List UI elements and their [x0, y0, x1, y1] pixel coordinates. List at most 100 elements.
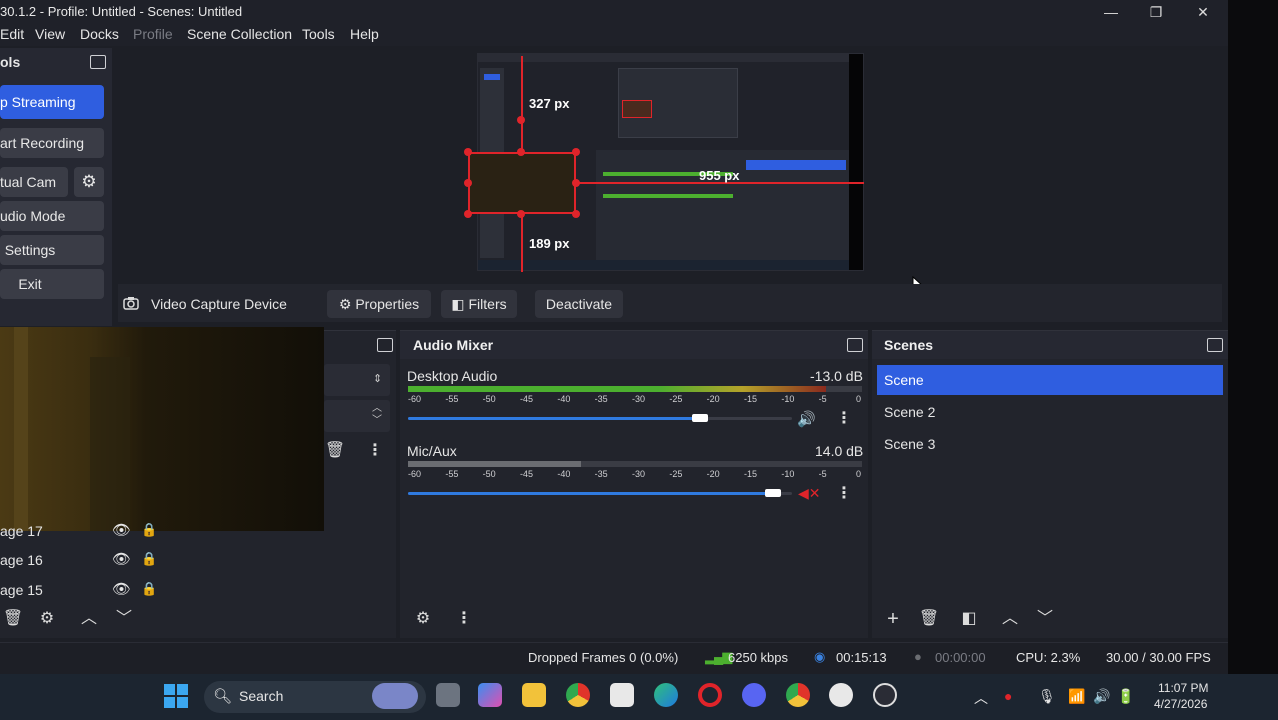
lock-icon[interactable]: 🔒	[141, 581, 157, 597]
transform-handle[interactable]	[572, 210, 580, 218]
window-title: 30.1.2 - Profile: Untitled - Scenes: Unt…	[0, 4, 243, 19]
settings-button[interactable]: Settings	[0, 235, 104, 265]
transform-handle[interactable]	[464, 210, 472, 218]
advanced-audio-gear-icon[interactable]: ⚙	[410, 608, 436, 630]
transform-handle[interactable]	[517, 116, 525, 124]
cpu-usage: CPU: 2.3%	[1016, 650, 1081, 665]
scene-filters-icon[interactable]: ◧	[956, 608, 982, 630]
maximize-button[interactable]: ❐	[1141, 2, 1171, 22]
undock-icon[interactable]	[90, 55, 106, 69]
tray-app-icon[interactable]: ●	[1004, 688, 1012, 704]
trash-icon[interactable]: 🗑	[916, 608, 942, 630]
volume-slider[interactable]	[408, 417, 792, 420]
start-recording-button[interactable]: art Recording	[0, 128, 104, 158]
task-view-icon[interactable]	[436, 683, 460, 707]
studio-mode-button[interactable]: udio Mode	[0, 201, 104, 231]
opera-icon[interactable]	[698, 683, 722, 707]
chrome-icon[interactable]	[566, 683, 590, 707]
menu-help[interactable]: Help	[350, 26, 379, 42]
edge-icon[interactable]	[654, 683, 678, 707]
add-scene-plus-icon[interactable]: +	[880, 608, 906, 630]
distance-label-right: 955 px	[699, 168, 740, 183]
kebab-menu-icon[interactable]: ⋮	[831, 408, 857, 430]
kebab-menu-icon[interactable]: ⋮	[831, 483, 857, 505]
kebab-menu-icon[interactable]: ⋮	[451, 608, 477, 630]
copilot-icon[interactable]	[478, 683, 502, 707]
deactivate-button[interactable]: Deactivate	[535, 290, 623, 318]
menu-scene-collection[interactable]: Scene Collection	[187, 26, 292, 42]
volume-slider-handle[interactable]	[691, 414, 708, 422]
arrow-up-icon[interactable]: ︿	[997, 608, 1023, 630]
meter-tick-label: -25	[669, 469, 683, 479]
obs-taskbar-icon[interactable]	[873, 683, 897, 707]
exit-button[interactable]: Exit	[0, 269, 104, 299]
channel-name: Desktop Audio	[407, 368, 498, 384]
menu-edit[interactable]: Edit	[0, 26, 24, 42]
distance-label-top: 327 px	[529, 96, 570, 111]
chevron-updown-icon[interactable]: ︿ ﹀	[372, 403, 382, 427]
mic-muted-icon[interactable]: ◀✕	[798, 485, 821, 502]
menu-view[interactable]: View	[35, 26, 65, 42]
lock-icon[interactable]: 🔒	[141, 522, 157, 538]
clock-time[interactable]: 11:07 PM	[1158, 681, 1208, 695]
scene-item[interactable]: Scene	[877, 365, 1223, 395]
arrow-down-icon[interactable]: ﹀	[1032, 608, 1058, 630]
transform-handle[interactable]	[517, 148, 525, 156]
arrow-up-icon[interactable]: ︿	[76, 608, 102, 630]
search-icon: 🔍︎	[213, 688, 233, 705]
transform-handle[interactable]	[572, 148, 580, 156]
virtual-cam-settings-gear-icon[interactable]: ⚙	[74, 167, 104, 197]
undock-icon[interactable]	[377, 338, 393, 352]
menu-profile[interactable]: Profile	[133, 26, 173, 42]
transform-handle[interactable]	[464, 148, 472, 156]
properties-button[interactable]: ⚙ Properties	[327, 290, 431, 318]
microphone-icon[interactable]: 🎙	[1038, 688, 1056, 705]
speaker-icon[interactable]: 🔊	[797, 410, 816, 428]
filters-button[interactable]: ◧ Filters	[441, 290, 517, 318]
scene-item[interactable]: Scene 3	[877, 429, 1223, 459]
windows-start-icon[interactable]	[164, 684, 188, 708]
source-item[interactable]: age 17	[0, 523, 43, 539]
transform-handle[interactable]	[572, 179, 580, 187]
gear-icon[interactable]: ⚙	[34, 608, 60, 630]
transform-handle[interactable]	[517, 210, 525, 218]
minimize-button[interactable]: —	[1096, 2, 1126, 22]
trash-icon[interactable]: 🗑	[0, 608, 26, 630]
eye-icon[interactable]: 👁	[112, 550, 131, 568]
discord-icon[interactable]	[742, 683, 766, 707]
stop-streaming-button[interactable]: p Streaming	[0, 85, 104, 119]
undock-icon[interactable]	[1207, 338, 1223, 352]
chevron-updown-icon[interactable]: ⇕	[373, 372, 382, 385]
eye-icon[interactable]: 👁	[112, 580, 131, 598]
wifi-icon[interactable]: 📶	[1068, 688, 1085, 705]
taskbar-search-label: Search	[239, 688, 284, 704]
scene-item[interactable]: Scene 2	[877, 397, 1223, 427]
store-icon[interactable]	[610, 683, 634, 707]
source-item[interactable]: age 15	[0, 582, 43, 598]
menu-tools[interactable]: Tools	[302, 26, 335, 42]
close-button[interactable]: ✕	[1188, 2, 1218, 22]
search-highlight-image	[372, 683, 418, 709]
media-player-icon[interactable]	[829, 683, 853, 707]
clock-date[interactable]: 4/27/2026	[1154, 697, 1207, 711]
undock-icon[interactable]	[847, 338, 863, 352]
file-explorer-icon[interactable]	[522, 683, 546, 707]
volume-slider-handle[interactable]	[764, 489, 781, 497]
meter-tick-label: -55	[445, 469, 459, 479]
volume-slider[interactable]	[408, 492, 792, 495]
selected-source-bounds[interactable]	[468, 152, 576, 214]
eye-icon[interactable]: 👁	[112, 521, 131, 539]
lock-icon[interactable]: 🔒	[141, 551, 157, 567]
battery-icon[interactable]: 🔋	[1117, 688, 1134, 705]
scenes-title: Scenes	[872, 331, 1228, 359]
chrome-profile-icon[interactable]	[786, 683, 810, 707]
tray-overflow-chevron-icon[interactable]: ︿	[974, 688, 988, 708]
menu-docks[interactable]: Docks	[80, 26, 119, 42]
volume-icon[interactable]: 🔊	[1093, 688, 1110, 705]
source-item[interactable]: age 16	[0, 552, 43, 568]
kebab-menu-icon[interactable]: ⋮	[362, 440, 388, 462]
arrow-down-icon[interactable]: ﹀	[111, 608, 137, 630]
virtual-cam-button[interactable]: tual Cam	[0, 167, 68, 197]
transform-handle[interactable]	[464, 179, 472, 187]
trash-icon[interactable]: 🗑	[322, 440, 348, 462]
